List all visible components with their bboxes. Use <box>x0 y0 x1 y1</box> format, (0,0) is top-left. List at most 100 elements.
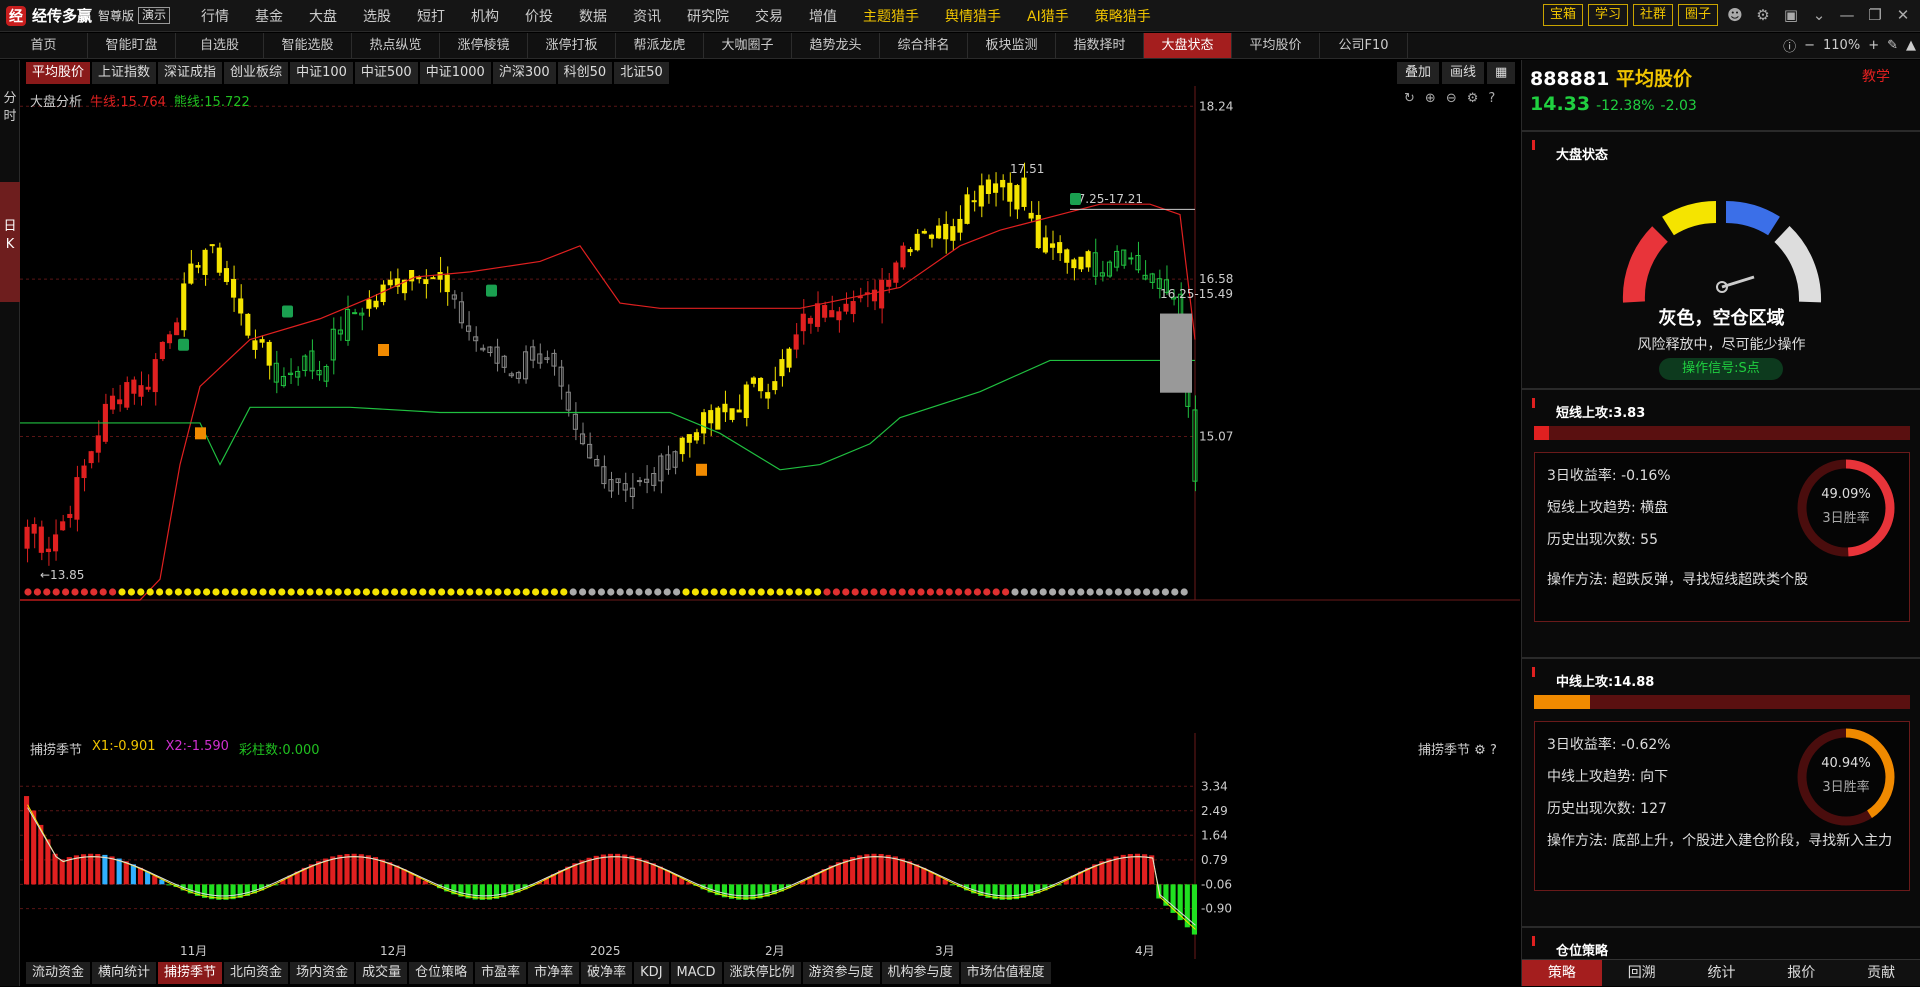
tab-4[interactable]: 热点纵览 <box>352 33 440 58</box>
minimize-icon[interactable]: — <box>1836 4 1858 26</box>
subtab-9[interactable]: 北证50 <box>614 62 669 84</box>
grid-icon[interactable]: ▦ <box>1487 62 1515 84</box>
menu-item-10[interactable]: 交易 <box>755 6 783 26</box>
indicator-name[interactable]: 大盘分析 <box>30 91 82 110</box>
subtab-4[interactable]: 中证100 <box>290 62 353 84</box>
refresh-icon[interactable]: ↻ <box>1404 91 1415 106</box>
bottom-tab-10[interactable]: KDJ <box>634 962 668 984</box>
subtab-7[interactable]: 沪深300 <box>493 62 556 84</box>
bottom-tab-6[interactable]: 仓位策略 <box>409 962 473 984</box>
tab-1[interactable]: 智能盯盘 <box>88 33 176 58</box>
subtab-6[interactable]: 中证1000 <box>420 62 491 84</box>
treasure-box-button[interactable]: 宝箱 <box>1543 4 1583 26</box>
bottom-tab-7[interactable]: 市盈率 <box>475 962 526 984</box>
menu-item-0[interactable]: 行情 <box>201 6 229 26</box>
draw-line-button[interactable]: 画线 <box>1442 62 1484 84</box>
menu-item-7[interactable]: 数据 <box>579 6 607 26</box>
demo-badge[interactable]: 演示 <box>138 7 170 24</box>
daily-k-tab[interactable]: 日 K <box>0 182 20 302</box>
intraday-tab[interactable]: 分 时 <box>2 90 18 126</box>
chevron-down-icon[interactable]: ⌄ <box>1808 4 1830 26</box>
bottom-tab-2[interactable]: 捕捞季节 <box>158 962 222 984</box>
settings-icon[interactable]: ⚙ <box>1467 91 1479 106</box>
learn-button[interactable]: 学习 <box>1588 4 1628 26</box>
candle-body <box>780 360 784 376</box>
window-layout-icon[interactable]: ▣ <box>1780 4 1802 26</box>
panel-tab-4[interactable]: 贡献 <box>1841 960 1920 986</box>
sub-indicator-chart[interactable]: 3.342.491.640.79-0.06-0.9011月12月20252月3月… <box>20 733 1520 959</box>
tab-8[interactable]: 大咖圈子 <box>704 33 792 58</box>
menu-item-6[interactable]: 价投 <box>525 6 553 26</box>
bottom-tab-1[interactable]: 横向统计 <box>92 962 156 984</box>
tab-9[interactable]: 趋势龙头 <box>792 33 880 58</box>
tab-7[interactable]: 帮派龙虎 <box>616 33 704 58</box>
bottom-tab-15[interactable]: 市场估值程度 <box>961 962 1051 984</box>
bottom-tab-3[interactable]: 北向资金 <box>224 962 288 984</box>
tab-15[interactable]: 公司F10 <box>1320 33 1408 58</box>
bottom-tab-14[interactable]: 机构参与度 <box>882 962 959 984</box>
menu-item-15[interactable]: 策略猎手 <box>1095 6 1151 26</box>
tab-0[interactable]: 首页 <box>0 33 88 58</box>
panel-tab-1[interactable]: 回溯 <box>1602 960 1682 986</box>
subtab-3[interactable]: 创业板综 <box>224 62 288 84</box>
settings-icon[interactable]: ⚙ <box>1474 743 1486 758</box>
menu-item-2[interactable]: 大盘 <box>309 6 337 26</box>
add-icon[interactable]: ⊕ <box>1425 91 1436 106</box>
edit-icon[interactable]: ✎ <box>1887 38 1898 53</box>
community-button[interactable]: 社群 <box>1633 4 1673 26</box>
menu-item-1[interactable]: 基金 <box>255 6 283 26</box>
tab-12[interactable]: 指数择时 <box>1056 33 1144 58</box>
menu-item-8[interactable]: 资讯 <box>633 6 661 26</box>
subtab-0[interactable]: 平均股价 <box>26 62 90 84</box>
bottom-tab-5[interactable]: 成交量 <box>356 962 407 984</box>
menu-item-13[interactable]: 舆情猎手 <box>945 6 1001 26</box>
bottom-tab-13[interactable]: 游资参与度 <box>803 962 880 984</box>
bottom-tab-4[interactable]: 场内资金 <box>290 962 354 984</box>
tab-3[interactable]: 智能选股 <box>264 33 352 58</box>
panel-tab-3[interactable]: 报价 <box>1761 960 1841 986</box>
panel-tab-0[interactable]: 策略 <box>1522 960 1602 986</box>
overlay-button[interactable]: 叠加 <box>1397 62 1439 84</box>
zoom-in-icon[interactable]: + <box>1868 38 1879 53</box>
subtab-8[interactable]: 科创50 <box>558 62 613 84</box>
bottom-tab-9[interactable]: 破净率 <box>581 962 632 984</box>
bottom-tab-8[interactable]: 市净率 <box>528 962 579 984</box>
maximize-icon[interactable]: ❐ <box>1864 4 1886 26</box>
menu-item-9[interactable]: 研究院 <box>687 6 729 26</box>
subtab-2[interactable]: 深证成指 <box>158 62 222 84</box>
panel-tab-2[interactable]: 统计 <box>1682 960 1762 986</box>
candle-body <box>830 311 834 317</box>
help-icon[interactable]: ? <box>1490 743 1497 758</box>
subtab-5[interactable]: 中证500 <box>355 62 418 84</box>
teach-link[interactable]: 教学 <box>1862 66 1890 86</box>
remove-icon[interactable]: ⊖ <box>1446 91 1457 106</box>
tab-6[interactable]: 涨停打板 <box>528 33 616 58</box>
pin-icon[interactable]: ▲ <box>1906 38 1916 53</box>
help-icon[interactable]: ? <box>1488 91 1495 106</box>
info-icon[interactable]: ⓘ <box>1783 36 1796 55</box>
app-logo[interactable]: 经 经传多赢 智尊版 演示 <box>0 0 170 32</box>
menu-item-4[interactable]: 短打 <box>417 6 445 26</box>
tab-5[interactable]: 涨停棱镜 <box>440 33 528 58</box>
sub-title[interactable]: 捕捞季节 <box>30 739 82 758</box>
tab-14[interactable]: 平均股价 <box>1232 33 1320 58</box>
tab-2[interactable]: 自选股 <box>176 33 264 58</box>
menu-item-14[interactable]: AI猎手 <box>1027 6 1069 26</box>
settings-icon[interactable]: ⚙ <box>1752 4 1774 26</box>
subtab-1[interactable]: 上证指数 <box>92 62 156 84</box>
tab-13[interactable]: 大盘状态 <box>1144 33 1232 58</box>
tab-11[interactable]: 板块监测 <box>968 33 1056 58</box>
bottom-tab-11[interactable]: MACD <box>671 962 722 984</box>
close-icon[interactable]: ✕ <box>1892 4 1914 26</box>
menu-item-3[interactable]: 选股 <box>363 6 391 26</box>
zoom-out-icon[interactable]: − <box>1804 38 1815 53</box>
circle-button[interactable]: 圈子 <box>1678 4 1718 26</box>
tab-10[interactable]: 综合排名 <box>880 33 968 58</box>
menu-item-11[interactable]: 增值 <box>809 6 837 26</box>
bottom-tab-0[interactable]: 流动资金 <box>26 962 90 984</box>
menu-item-5[interactable]: 机构 <box>471 6 499 26</box>
menu-item-12[interactable]: 主题猎手 <box>863 6 919 26</box>
user-icon[interactable]: ☻ <box>1724 4 1746 26</box>
main-candle-chart[interactable]: 18.2416.5815.07←13.8517.5117.25-17.2116.… <box>20 86 1520 736</box>
bottom-tab-12[interactable]: 涨跌停比例 <box>724 962 801 984</box>
